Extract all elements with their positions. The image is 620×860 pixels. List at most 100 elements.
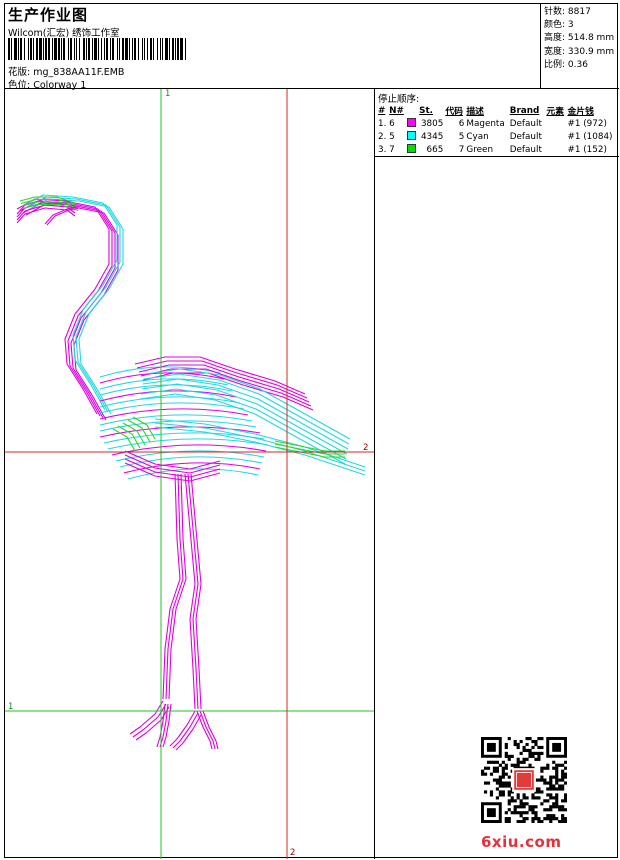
qr-module [495, 781, 499, 785]
neck-stripe [19, 200, 113, 417]
qr-module [504, 772, 508, 776]
qr-module [522, 796, 526, 800]
color-swatch [407, 143, 419, 156]
needle-number: 6 [389, 118, 395, 129]
qr-module [498, 775, 502, 779]
barcode-bar [144, 38, 145, 60]
qr-module [495, 769, 499, 773]
qr-module [489, 793, 494, 797]
qr-module [537, 820, 541, 823]
qr-module [519, 751, 523, 755]
qr-module [537, 778, 541, 782]
qr-module [534, 739, 538, 744]
guide-label-h1: 1 [8, 702, 14, 712]
qr-module [552, 775, 556, 779]
barcode-bar [150, 38, 152, 60]
qr-module [519, 739, 523, 744]
qr-module [540, 775, 544, 779]
needle-number: 7 [389, 144, 395, 155]
qr-module [546, 799, 550, 803]
barcode-bar [122, 38, 124, 60]
qr-module [489, 772, 494, 776]
qr-module [528, 751, 532, 755]
qr-module [492, 760, 497, 764]
thread-color-swatch [407, 144, 417, 153]
qr-module [513, 805, 517, 809]
barcode-bar [157, 38, 158, 60]
qr-module [522, 805, 526, 809]
qr-module [531, 739, 535, 744]
qr-module [513, 763, 517, 767]
qr-module [504, 811, 508, 815]
qr-module [516, 745, 520, 750]
qr-module [513, 811, 517, 815]
barcode-bar [88, 38, 90, 60]
qr-module [504, 763, 508, 767]
needle-number: 5 [389, 131, 395, 142]
barcode-bar [125, 38, 128, 60]
qr-module [507, 737, 511, 741]
qr-module [531, 817, 535, 821]
page-title: 生产作业图 [8, 6, 89, 24]
qr-module [531, 793, 535, 797]
qr-module [516, 763, 520, 767]
qr-module [525, 796, 529, 800]
thread-code: 7 [458, 144, 465, 155]
qr-module [564, 799, 567, 803]
scale-row: 比例: 0.36 [544, 59, 619, 72]
barcode [8, 38, 186, 60]
barcode-bar [185, 38, 186, 60]
thread-brand: Default [509, 144, 542, 155]
barcode-bar [119, 38, 120, 60]
qr-module [507, 781, 511, 785]
qr-module [504, 745, 508, 750]
qr-module [481, 769, 485, 773]
qr-finder [486, 808, 496, 818]
table-row: 2. 5 4345 5 Cyan Default #1 (1084) [378, 130, 618, 143]
barcode-bar [177, 38, 179, 60]
qr-module [561, 799, 565, 803]
qr-module [510, 811, 514, 815]
qr-module [510, 796, 514, 800]
qr-module [564, 766, 567, 770]
qr-module [558, 784, 562, 788]
barcode-bar [160, 38, 161, 60]
color-swatch [407, 130, 419, 143]
barcode-bar [36, 38, 38, 60]
qr-module [537, 796, 541, 800]
qr-module [501, 766, 505, 770]
qr-module [501, 790, 505, 794]
qr-module [564, 796, 567, 800]
flamingo-embroidery-preview [5, 89, 374, 859]
barcode-bar [45, 38, 47, 60]
barcode-bar [134, 38, 136, 60]
qr-module [522, 748, 526, 753]
width-label: 宽度: [544, 46, 566, 57]
qr-module [543, 799, 547, 803]
stop-sequence-panel: 停止顺序: # N# St. 代码 描述 Brand 元素 金片钱 1. 6 380… [375, 89, 619, 157]
qr-module [534, 757, 538, 761]
barcode-bar [8, 38, 10, 60]
qr-module [504, 820, 508, 823]
qr-finder [552, 742, 562, 752]
thread-brand: Default [509, 118, 542, 129]
stop-index: 3. [378, 144, 387, 155]
qr-module [537, 757, 541, 761]
qr-module [504, 817, 508, 821]
qr-module [546, 781, 550, 785]
barcode-bar [106, 38, 108, 60]
barcode-bar [104, 38, 105, 60]
qr-module [540, 802, 544, 806]
stitch-count-cell: 3805 [420, 118, 444, 129]
qr-module [519, 805, 523, 809]
qr-module [507, 802, 511, 806]
watermark-logo: 6xiu.com [481, 833, 562, 851]
qr-module [531, 811, 535, 815]
guide-label-v2: 2 [290, 848, 296, 858]
qr-module [516, 820, 520, 823]
qr-module [555, 802, 559, 806]
barcode-bar [28, 38, 29, 60]
stop-sequence-table: # N# St. 代码 描述 Brand 元素 金片钱 1. 6 3805 6 Mage… [378, 104, 618, 156]
company-name: Wilcom(汇宏) 绣饰工作室 [8, 28, 120, 39]
qr-module [555, 799, 559, 803]
